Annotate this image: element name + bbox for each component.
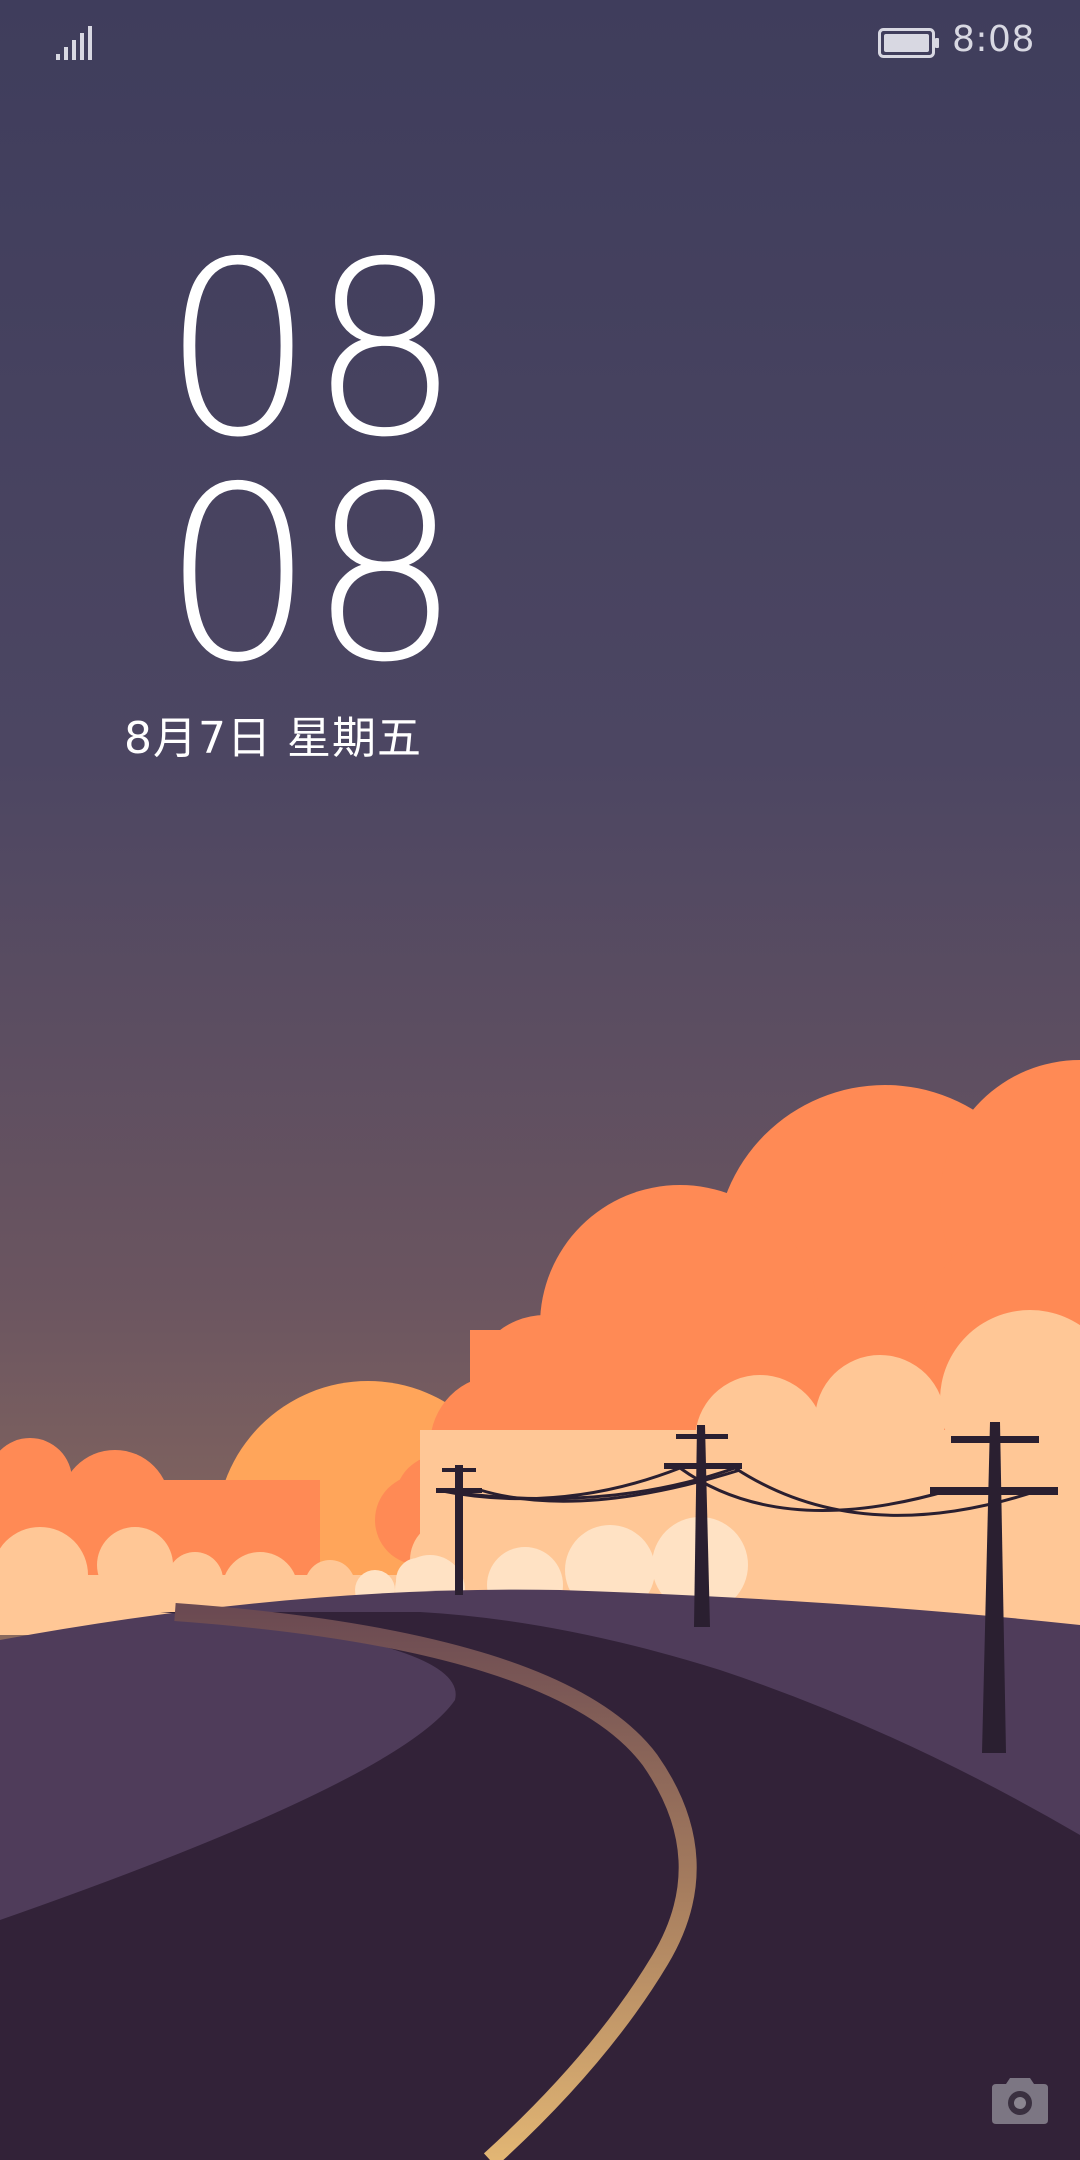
- signal-bars-icon: [56, 26, 92, 60]
- date-label: 8月7日 星期五: [124, 713, 422, 764]
- clock-minutes: 08: [162, 435, 461, 715]
- lock-screen: 8:08 08 08 8月7日 星期五: [0, 0, 1080, 2160]
- status-bar: 8:08: [0, 0, 1080, 90]
- camera-icon[interactable]: [992, 2074, 1048, 2124]
- clock-hours: 08: [162, 210, 461, 490]
- battery-full-icon: [878, 28, 939, 58]
- status-time: 8:08: [952, 19, 1035, 60]
